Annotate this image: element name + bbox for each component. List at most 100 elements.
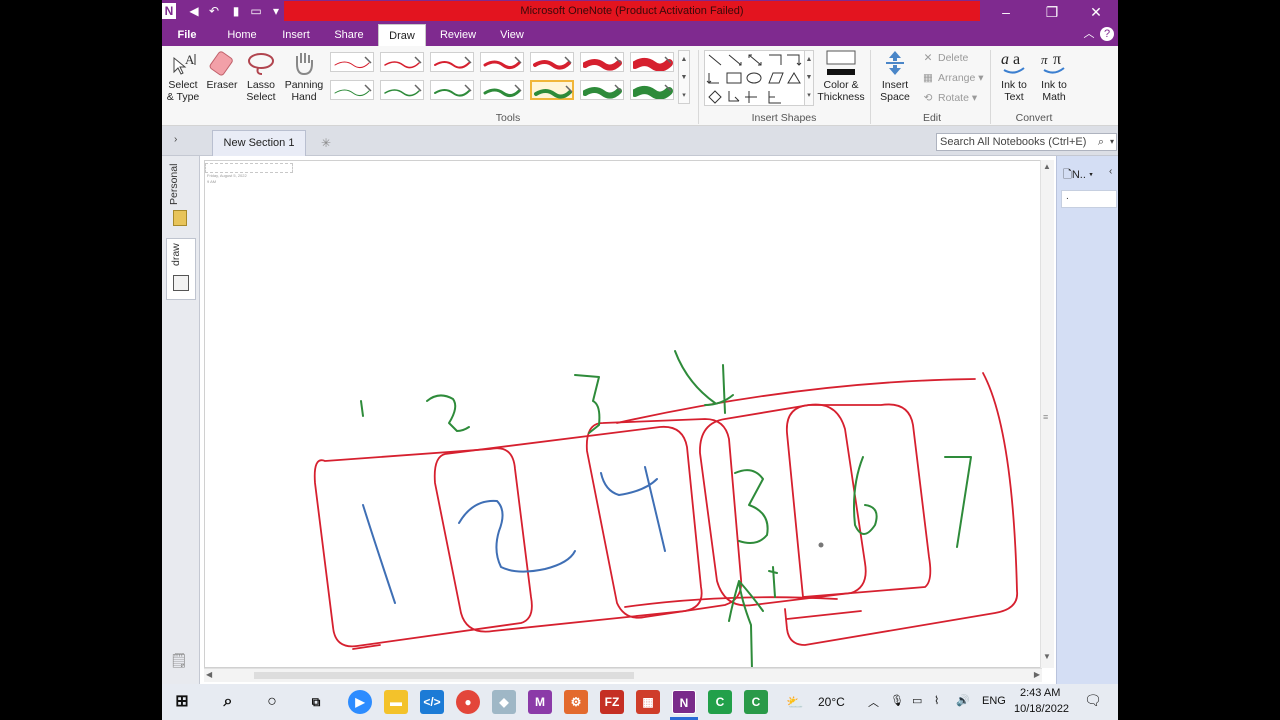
camtasia-recorder-icon[interactable]: C — [744, 690, 768, 714]
horizontal-scrollbar[interactable]: ◀ ▶ — [204, 668, 1042, 682]
settings-app-icon[interactable]: ⚙ — [564, 690, 588, 714]
pen-swatch[interactable] — [530, 80, 574, 100]
full-page-icon[interactable]: ▭ — [248, 3, 264, 19]
search-taskbar-icon[interactable]: ⌕ — [216, 690, 240, 714]
rotate-button[interactable]: ⟲ Rotate ▾ — [922, 90, 978, 106]
tab-view[interactable]: View — [494, 24, 530, 46]
tab-file[interactable]: File — [162, 24, 212, 46]
add-page-button[interactable]: 🗋N.. ▾ — [1063, 166, 1093, 185]
notebook-tab-draw[interactable]: draw — [170, 243, 194, 267]
help-icon[interactable]: ? — [1100, 27, 1114, 41]
ink-to-math-button[interactable]: ππ Ink to Math — [1034, 50, 1074, 103]
expand-notebooks-icon[interactable]: › — [174, 134, 177, 145]
back-icon[interactable]: ◀ — [186, 3, 202, 19]
color-thickness-button[interactable]: Color & Thickness — [816, 50, 866, 103]
office-icon[interactable]: ▦ — [636, 690, 660, 714]
tab-draw[interactable]: Draw — [378, 24, 426, 46]
page-canvas[interactable]: Friday, August 5, 2022 9 AM — [204, 160, 1042, 668]
eraser-button[interactable]: Eraser — [204, 50, 240, 91]
task-view-icon[interactable]: ⧉ — [304, 690, 328, 714]
network-icon[interactable]: ⌇ — [934, 694, 939, 707]
tab-insert[interactable]: Insert — [276, 24, 316, 46]
pen-swatch[interactable] — [630, 52, 674, 72]
pen-gallery-scroll[interactable]: ▲ ▼ ▾ — [678, 50, 690, 104]
delete-icon: ✕ — [923, 52, 933, 64]
svg-text:a: a — [1013, 51, 1020, 68]
shapes-gallery-scroll[interactable]: ▲ ▼ ▾ — [804, 50, 814, 106]
select-type-button[interactable]: A Select & Type — [164, 50, 202, 103]
delete-button[interactable]: ✕ Delete — [922, 50, 969, 66]
camtasia-icon[interactable]: C — [708, 690, 732, 714]
weather-temp[interactable]: 20°C — [818, 695, 845, 709]
maximize-button[interactable]: ❐ — [1030, 0, 1074, 24]
volume-icon[interactable]: 🔊 — [956, 694, 970, 707]
page-list-item[interactable]: . — [1061, 190, 1117, 208]
pen-swatch[interactable] — [580, 80, 624, 100]
onenote-taskbar-icon[interactable]: N — [672, 690, 696, 714]
vertical-scrollbar[interactable]: ▲ ≡ ▼ — [1040, 160, 1054, 668]
pen-swatch[interactable] — [330, 80, 374, 100]
hscroll-thumb[interactable] — [254, 672, 634, 679]
scroll-up-icon[interactable]: ▲ — [1043, 162, 1051, 171]
scroll-thumb[interactable]: ≡ — [1043, 412, 1048, 422]
panning-hand-button[interactable]: Panning Hand — [282, 50, 326, 103]
chrome-icon[interactable]: ● — [456, 690, 480, 714]
pen-swatch[interactable] — [580, 52, 624, 72]
ribbon-separator — [870, 50, 871, 124]
insert-space-button[interactable]: Insert Space — [874, 50, 916, 103]
quick-notes-icon[interactable]: 🗒 — [170, 652, 188, 669]
language-indicator[interactable]: ENG — [982, 695, 1006, 707]
scroll-right-icon[interactable]: ▶ — [1034, 670, 1040, 679]
pen-swatch[interactable] — [430, 52, 474, 72]
ink-stroke-blue-1 — [362, 504, 396, 604]
pen-swatch[interactable] — [480, 80, 524, 100]
zoom-icon[interactable]: ▶ — [348, 690, 372, 714]
search-icon[interactable]: ⌕ — [1098, 134, 1104, 150]
tab-home[interactable]: Home — [222, 24, 262, 46]
mathtype-icon[interactable]: M — [528, 690, 552, 714]
customize-qat-icon[interactable]: ▾ — [268, 3, 284, 19]
shapes-gallery[interactable] — [704, 50, 806, 106]
add-section-icon[interactable]: ✳ — [316, 136, 336, 152]
filezilla-icon[interactable]: FZ — [600, 690, 624, 714]
close-button[interactable]: ✕ — [1074, 0, 1118, 24]
file-explorer-icon[interactable]: ▬ — [384, 690, 408, 714]
notebook-personal-icon — [173, 210, 187, 226]
cortana-icon[interactable]: ○ — [260, 690, 284, 714]
search-dropdown-icon[interactable]: ▾ — [1110, 134, 1114, 150]
tab-share[interactable]: Share — [328, 24, 370, 46]
pen-swatch[interactable] — [430, 80, 474, 100]
weather-icon[interactable]: ⛅ — [786, 694, 803, 711]
pen-swatch[interactable] — [380, 52, 424, 72]
undo-icon[interactable]: ↶ — [206, 3, 222, 19]
microphone-icon[interactable]: 🎙 — [890, 694, 904, 707]
notebook-draw-tab-bg[interactable]: draw — [166, 238, 196, 300]
lasso-select-button[interactable]: Lasso Select — [242, 50, 280, 103]
ink-to-text-button[interactable]: aa Ink to Text — [994, 50, 1034, 103]
pen-swatch[interactable] — [330, 52, 374, 72]
section-tab[interactable]: New Section 1 — [212, 130, 306, 156]
tab-review[interactable]: Review — [436, 24, 480, 46]
ink-drawing[interactable] — [205, 161, 1041, 667]
app-icon[interactable]: ◆ — [492, 690, 516, 714]
pen-swatch[interactable] — [530, 52, 574, 72]
pen-swatch[interactable] — [480, 52, 524, 72]
pen-swatch[interactable] — [380, 80, 424, 100]
minimize-button[interactable]: – — [984, 0, 1028, 24]
collapse-ribbon-icon[interactable]: ︿ — [1082, 27, 1096, 41]
clock-date[interactable]: 10/18/2022 — [1014, 703, 1069, 715]
search-input[interactable]: Search All Notebooks (Ctrl+E) ⌕ ▾ — [936, 133, 1117, 151]
scroll-down-icon[interactable]: ▼ — [1043, 652, 1051, 661]
vscode-icon[interactable]: </> — [420, 690, 444, 714]
battery-icon[interactable]: ▭ — [912, 694, 922, 707]
tray-chevron-icon[interactable]: ︿ — [868, 694, 879, 710]
notebook-tab-personal[interactable]: Personal — [168, 162, 192, 206]
windows-start-icon[interactable]: ⊞ — [170, 690, 194, 714]
collapse-pane-icon[interactable]: ‹ — [1109, 166, 1112, 177]
pen-swatch[interactable] — [630, 80, 674, 100]
notifications-icon[interactable]: 🗨 — [1084, 692, 1102, 709]
arrange-button[interactable]: ▦ Arrange ▾ — [922, 70, 984, 86]
clock-time[interactable]: 2:43 AM — [1020, 687, 1060, 699]
dock-icon[interactable]: ▮ — [228, 3, 244, 19]
scroll-left-icon[interactable]: ◀ — [206, 670, 212, 679]
